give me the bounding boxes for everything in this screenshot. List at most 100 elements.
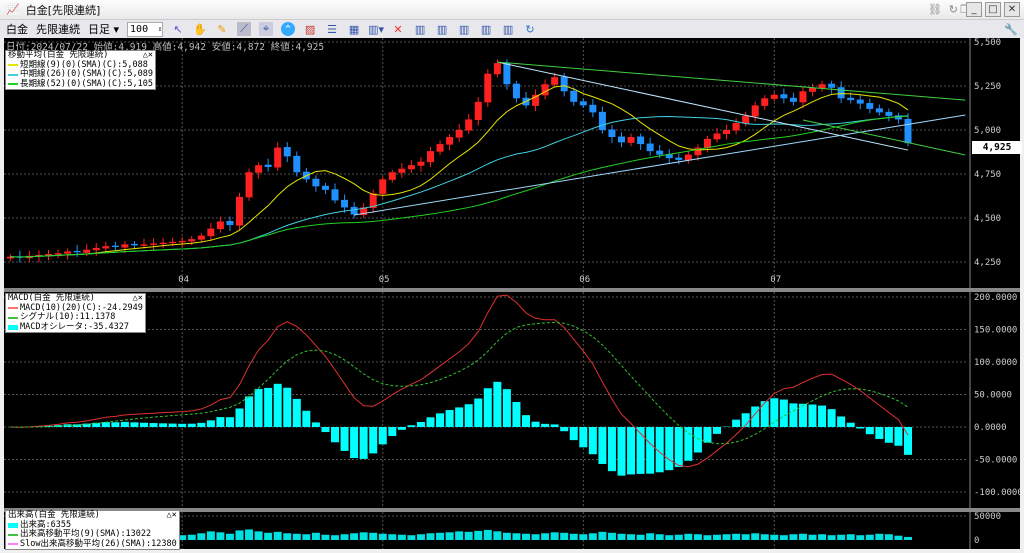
- candle-body: [64, 251, 72, 254]
- macd-oscillator-bar: [149, 423, 158, 427]
- remove-indicator-icon[interactable]: ✕: [391, 22, 405, 36]
- macd-oscillator-bar: [464, 404, 473, 427]
- maximize-button[interactable]: □: [985, 2, 1001, 17]
- line-swatch-icon: [8, 307, 18, 310]
- chart-canvas[interactable]: 04 05 06 07 5,500 5,250 5,000 4,750 4,500 4,250 20…: [4, 38, 1020, 549]
- candle-body: [713, 133, 721, 140]
- bar-count-stepper[interactable]: 100 ⇕: [127, 21, 164, 37]
- grid-icon[interactable]: ▦: [347, 22, 361, 36]
- macd-oscillator-bar: [837, 416, 846, 427]
- chart-settings-icon[interactable]: ▨: [303, 22, 317, 36]
- volume-bar: [856, 535, 865, 540]
- candle-body: [130, 243, 138, 246]
- link-icon[interactable]: ⛓: [928, 3, 942, 16]
- volume-bar: [684, 533, 693, 540]
- volume-bar: [531, 534, 540, 540]
- macd-oscillator-bar: [416, 422, 425, 427]
- candle-body: [283, 147, 291, 157]
- macd-axis-label: 100.0000: [974, 358, 1017, 368]
- macd-oscillator-bar: [865, 427, 874, 435]
- candle-body: [474, 101, 482, 120]
- cursor-icon[interactable]: ↖: [171, 22, 185, 36]
- candle-body: [732, 122, 740, 131]
- contract-selector[interactable]: 先限連続: [36, 21, 80, 37]
- indicator-3-icon[interactable]: ▥: [457, 22, 471, 36]
- candle-body: [197, 235, 205, 240]
- price-axis-label: 4,750: [974, 170, 1001, 180]
- volume-bar: [627, 534, 636, 540]
- volume-bar: [225, 533, 234, 540]
- minimize-button[interactable]: _: [966, 2, 982, 17]
- macd-oscillator-bar: [111, 422, 120, 427]
- close-button[interactable]: ✕: [1004, 2, 1020, 17]
- period-dropdown[interactable]: 日足 ▾: [88, 21, 119, 37]
- volume-bar: [770, 534, 779, 540]
- panel-separator: [4, 288, 1020, 292]
- volume-bar: [512, 533, 521, 540]
- grid-rows-icon[interactable]: ☰: [325, 22, 339, 36]
- candle-body: [331, 189, 339, 201]
- macd-oscillator-bar: [159, 423, 168, 427]
- candle-body: [226, 220, 234, 226]
- macd-oscillator-bar: [340, 427, 349, 451]
- indicator-2-icon[interactable]: ▥: [435, 22, 449, 36]
- chart-app-icon: 📈: [6, 3, 20, 16]
- wrench-icon[interactable]: 🔧: [1004, 22, 1018, 36]
- candle-body: [799, 91, 807, 103]
- volume-bar: [732, 533, 741, 540]
- volume-bar: [245, 529, 254, 540]
- up-circle-icon[interactable]: ⌃: [281, 22, 296, 36]
- candle-body: [503, 62, 511, 85]
- line-swatch-icon: [8, 543, 18, 546]
- volume-bar: [522, 533, 530, 540]
- macd-oscillator-bar: [311, 422, 320, 427]
- volume-bar: [713, 534, 721, 540]
- volume-bar: [588, 533, 597, 540]
- crosshair-icon[interactable]: ⌖: [259, 22, 274, 36]
- volume-bar: [388, 534, 397, 540]
- indicator-dropdown-icon[interactable]: ▥▾: [368, 22, 384, 36]
- candle-body: [207, 228, 215, 237]
- volume-bar: [760, 534, 769, 540]
- volume-bar: [369, 532, 378, 540]
- volume-bar: [359, 532, 368, 540]
- candle-body: [92, 247, 100, 251]
- macd-oscillator-bar: [684, 427, 693, 461]
- candle-body: [570, 90, 578, 102]
- indicator-5-icon[interactable]: ▥: [501, 22, 515, 36]
- stepper-arrows-icon[interactable]: ⇕: [158, 25, 162, 33]
- reload-icon[interactable]: ↻: [523, 22, 537, 36]
- macd-legend[interactable]: MACD(白金 先限連続) △✕ MACD(10)(20)(C):-24.2949…: [5, 293, 146, 333]
- hand-icon[interactable]: ✋: [193, 22, 207, 36]
- macd-oscillator-bar: [292, 398, 301, 427]
- macd-oscillator-bar: [350, 427, 359, 459]
- volume-bar: [846, 534, 855, 540]
- pencil-icon[interactable]: ✎: [215, 22, 229, 36]
- symbol-selector[interactable]: 白金: [6, 21, 28, 37]
- indicator-1-icon[interactable]: ▥: [413, 22, 427, 36]
- ma-line: [10, 85, 909, 258]
- volume-bar: [455, 531, 464, 540]
- legend-close-icon[interactable]: △✕: [166, 510, 176, 521]
- draw-line-icon[interactable]: ⟋: [237, 22, 252, 36]
- macd-oscillator-bar: [617, 427, 626, 476]
- volume-legend[interactable]: 出来高(白金 先限連続) △✕ 出来高:6355 出来高移動平均(9)(SMA):…: [5, 510, 180, 550]
- candle-body: [312, 178, 320, 187]
- macd-axis-label: 150.0000: [974, 326, 1017, 336]
- macd-oscillator-bar: [541, 423, 550, 427]
- macd-oscillator-bar: [827, 409, 836, 427]
- refresh-icon[interactable]: ↻: [949, 3, 958, 16]
- macd-oscillator-bar: [522, 415, 530, 427]
- volume-bar: [598, 531, 607, 540]
- macd-oscillator-bar: [732, 419, 741, 427]
- candle-body: [703, 138, 711, 149]
- indicator-4-icon[interactable]: ▥: [479, 22, 493, 36]
- candle-body: [455, 130, 463, 138]
- macd-oscillator-bar: [455, 407, 464, 427]
- ma-legend[interactable]: 移動平均(白金 先限連続) △✕ 短期線(9)(0)(SMA)(C):5,088 …: [5, 50, 156, 90]
- bar-swatch-icon: [8, 522, 18, 528]
- macd-oscillator-bar: [607, 427, 616, 472]
- candle-body: [484, 73, 492, 103]
- candle-body: [560, 76, 568, 92]
- chart-area[interactable]: 04 05 06 07 5,500 5,250 5,000 4,750 4,500 4,250 20…: [4, 38, 1022, 550]
